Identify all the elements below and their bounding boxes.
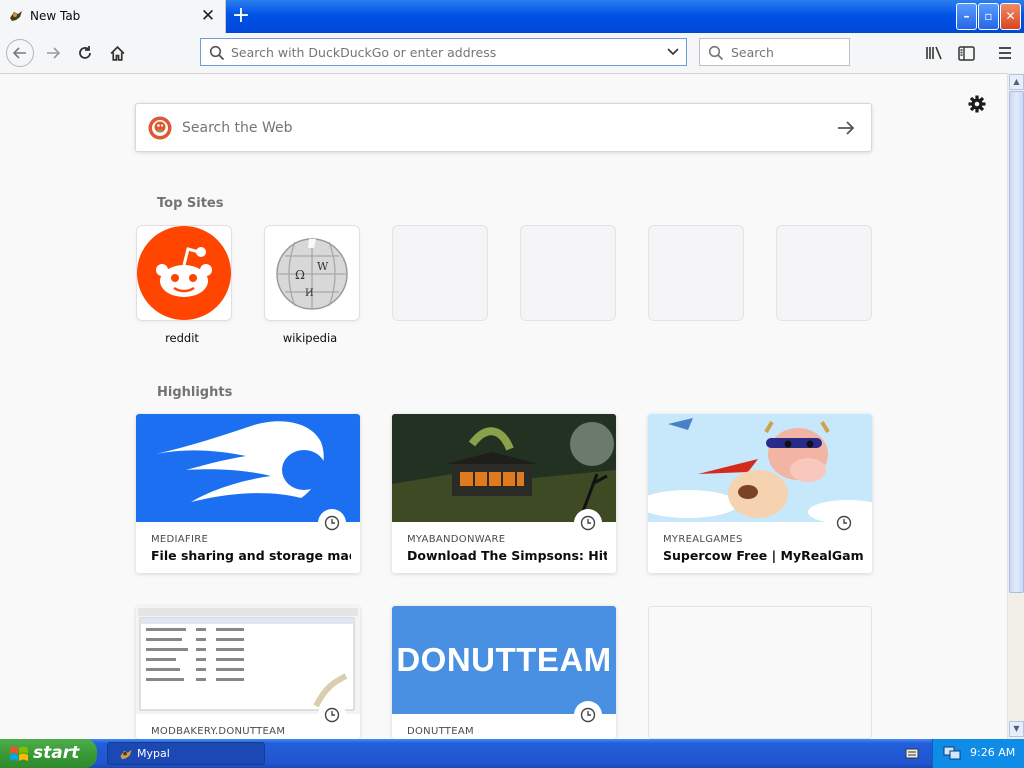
highlight-thumbnail bbox=[648, 414, 872, 522]
system-tray: 9:26 AM bbox=[932, 739, 1024, 768]
donutteam-logo-text: DONUTTEAM bbox=[396, 641, 612, 678]
highlight-title: Download The Simpsons: Hit & ... bbox=[407, 548, 607, 563]
clock-icon bbox=[574, 509, 602, 537]
game-screenshot-image bbox=[392, 414, 616, 522]
sidebar-button[interactable] bbox=[953, 40, 979, 66]
clock-icon bbox=[318, 509, 346, 537]
scroll-down-arrow-icon[interactable]: ▼ bbox=[1009, 721, 1024, 737]
top-site-reddit[interactable] bbox=[136, 225, 232, 321]
network-icon[interactable] bbox=[943, 745, 961, 761]
taskbar-item-label: Mypal bbox=[137, 747, 170, 760]
search-bar[interactable] bbox=[699, 38, 850, 66]
highlight-card-donutteam[interactable]: DONUTTEAM DONUTTEAM bbox=[392, 606, 616, 739]
new-tab-button[interactable]: + bbox=[228, 3, 254, 29]
back-button[interactable] bbox=[6, 39, 34, 67]
reddit-icon bbox=[137, 226, 231, 320]
start-label: start bbox=[33, 743, 80, 763]
taskbar: start Mypal 9:26 AM bbox=[0, 739, 1024, 768]
highlight-card-empty bbox=[648, 606, 872, 739]
top-sites-heading: Top Sites bbox=[157, 196, 224, 211]
tab-title: New Tab bbox=[30, 9, 81, 23]
svg-text:И: И bbox=[305, 288, 314, 299]
highlight-card-modbakery[interactable]: MODBAKERY.DONUTTEAM bbox=[136, 606, 360, 739]
sidebar-icon bbox=[957, 45, 975, 61]
search-icon bbox=[708, 45, 724, 61]
highlight-title: File sharing and storage made si... bbox=[151, 548, 351, 563]
top-site-empty bbox=[648, 225, 744, 321]
close-button[interactable]: ✕ bbox=[1000, 3, 1021, 30]
windows-logo-icon bbox=[10, 746, 28, 761]
highlight-thumbnail: DONUTTEAM bbox=[392, 606, 616, 714]
library-icon bbox=[926, 46, 942, 60]
top-site-label: reddit bbox=[165, 331, 199, 345]
supercow-image bbox=[648, 414, 872, 522]
highlight-card-mediafire[interactable]: MEDIAFIRE File sharing and storage made … bbox=[136, 414, 360, 573]
forward-button[interactable] bbox=[40, 40, 66, 66]
top-site-empty bbox=[776, 225, 872, 321]
clock-icon bbox=[830, 509, 858, 537]
clock-icon bbox=[318, 701, 346, 729]
mypal-icon bbox=[120, 749, 132, 760]
web-search-input[interactable] bbox=[182, 120, 782, 136]
reload-button[interactable] bbox=[72, 40, 98, 66]
top-site-wikipedia[interactable]: Ω W И bbox=[264, 225, 360, 321]
search-icon bbox=[209, 45, 225, 61]
scroll-up-arrow-icon[interactable]: ▲ bbox=[1009, 74, 1024, 90]
address-bar[interactable] bbox=[200, 38, 687, 66]
scrollbar-thumb[interactable] bbox=[1009, 91, 1024, 593]
highlight-card-myrealgames[interactable]: MYREALGAMES Supercow Free | MyRealGames.… bbox=[648, 414, 872, 573]
home-icon bbox=[110, 45, 124, 61]
forward-arrow-icon bbox=[47, 47, 60, 59]
highlight-title: Supercow Free | MyRealGames.... bbox=[663, 548, 863, 563]
clock-icon bbox=[574, 701, 602, 729]
navigation-toolbar bbox=[0, 33, 1024, 74]
chevron-down-icon[interactable] bbox=[665, 44, 681, 60]
gear-icon[interactable] bbox=[967, 94, 987, 114]
mypal-favicon-icon bbox=[10, 11, 22, 21]
top-site-label: wikipedia bbox=[282, 331, 338, 345]
back-arrow-icon bbox=[13, 47, 26, 59]
tab-close-icon[interactable]: ✕ bbox=[199, 6, 217, 26]
highlight-source: MYREALGAMES bbox=[663, 534, 743, 545]
highlight-thumbnail bbox=[392, 414, 616, 522]
highlight-source: MYABANDONWARE bbox=[407, 534, 506, 545]
title-bar: New Tab ✕ + – ▫ ✕ bbox=[0, 0, 1024, 33]
menu-button[interactable] bbox=[992, 40, 1018, 66]
highlight-card-myabandonware[interactable]: MYABANDONWARE Download The Simpsons: Hit… bbox=[392, 414, 616, 573]
mediafire-logo-icon bbox=[156, 421, 326, 502]
wikipedia-icon: Ω W И bbox=[276, 238, 348, 310]
keyboard-icon[interactable] bbox=[905, 746, 919, 760]
start-button[interactable]: start bbox=[0, 739, 97, 768]
top-site-empty bbox=[520, 225, 616, 321]
library-button[interactable] bbox=[921, 40, 947, 66]
maximize-button[interactable]: ▫ bbox=[978, 3, 999, 30]
top-site-empty bbox=[392, 225, 488, 321]
highlight-source: MEDIAFIRE bbox=[151, 534, 209, 545]
taskbar-item-mypal[interactable]: Mypal bbox=[107, 742, 265, 765]
svg-text:Ω: Ω bbox=[295, 268, 305, 282]
highlight-thumbnail bbox=[136, 606, 360, 714]
web-search-box[interactable] bbox=[135, 103, 872, 152]
highlight-source: MODBAKERY.DONUTTEAM bbox=[151, 726, 286, 737]
tray-clock: 9:26 AM bbox=[970, 746, 1016, 759]
search-input[interactable] bbox=[731, 45, 841, 60]
hamburger-menu-icon bbox=[999, 47, 1011, 59]
svg-text:W: W bbox=[317, 260, 329, 273]
vertical-scrollbar[interactable]: ▲ ▼ bbox=[1007, 73, 1024, 739]
highlight-thumbnail bbox=[136, 414, 360, 522]
highlights-heading: Highlights bbox=[157, 385, 233, 400]
minimize-button[interactable]: – bbox=[956, 3, 977, 30]
arrow-right-icon[interactable] bbox=[836, 118, 856, 138]
address-input[interactable] bbox=[231, 45, 651, 60]
tab-new-tab[interactable]: New Tab ✕ bbox=[0, 0, 226, 33]
highlight-source: DONUTTEAM bbox=[407, 726, 474, 737]
reload-icon bbox=[79, 46, 91, 59]
home-button[interactable] bbox=[104, 40, 130, 66]
file-list-screenshot-image bbox=[136, 606, 360, 714]
duckduckgo-icon bbox=[148, 116, 172, 140]
